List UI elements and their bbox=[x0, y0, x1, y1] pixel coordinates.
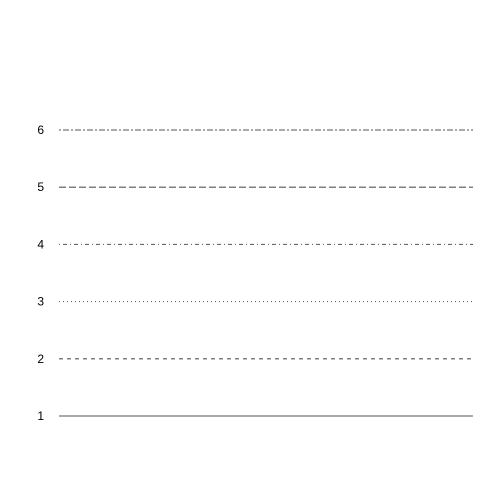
y-tick-label-1: 1 bbox=[37, 409, 44, 423]
y-tick-label-6: 6 bbox=[37, 123, 44, 137]
y-tick-labels: 1 2 3 4 5 6 bbox=[37, 123, 44, 423]
y-tick-label-3: 3 bbox=[37, 295, 44, 309]
y-tick-label-5: 5 bbox=[37, 180, 44, 194]
linetype-chart: 1 2 3 4 5 6 bbox=[37, 123, 473, 423]
y-tick-label-2: 2 bbox=[37, 352, 44, 366]
y-tick-label-4: 4 bbox=[37, 237, 44, 251]
series-lines bbox=[59, 129, 473, 417]
